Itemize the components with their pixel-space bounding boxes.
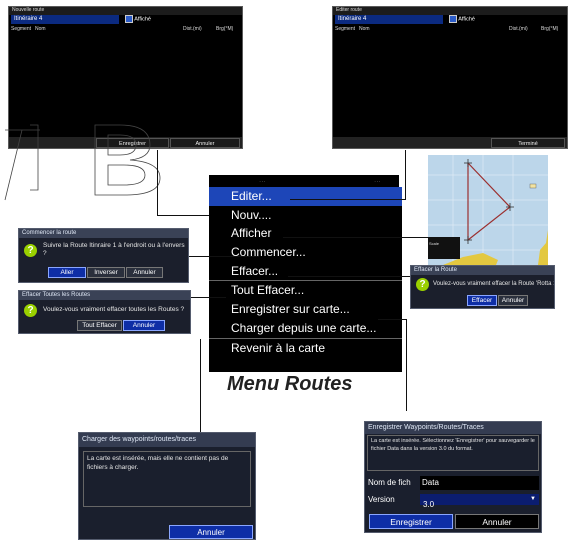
filename-label: Nom de fich bbox=[368, 478, 411, 487]
version-value: 3.0 bbox=[423, 500, 435, 509]
load-message-box: La carte est insérée, mais elle ne conti… bbox=[83, 451, 251, 507]
menu-item-start[interactable]: Commencer... bbox=[209, 243, 402, 262]
delete-route-message: Voulez-vous vraiment effacer la Route 'R… bbox=[433, 281, 555, 287]
menu-item-load-from-card[interactable]: Charger depuis une carte... bbox=[209, 319, 402, 339]
col-dist: Dist.(mi) bbox=[183, 26, 202, 32]
question-icon: ? bbox=[24, 244, 37, 257]
menu-top-partial: ... ... bbox=[209, 175, 399, 187]
start-route-dialog: Commencer la route ? Suivre la Route Iti… bbox=[18, 228, 189, 283]
question-icon: ? bbox=[416, 278, 429, 291]
col-name: Nom bbox=[35, 26, 46, 32]
menu-item-back-to-map[interactable]: Revenir à la carte bbox=[209, 339, 402, 358]
col-brg: Brg(°M) bbox=[541, 26, 559, 32]
cancel-button[interactable]: Annuler bbox=[126, 267, 163, 278]
clear-all-dialog: Effacer Toutes les Routes ? Voulez-vous … bbox=[18, 290, 191, 334]
col-brg: Brg(°M) bbox=[216, 26, 234, 32]
chevron-down-icon[interactable]: ▼ bbox=[530, 494, 536, 505]
map-scale-readout: Scale bbox=[429, 241, 440, 246]
menu-caption: Menu Routes bbox=[227, 373, 353, 395]
shown-label: Affiché bbox=[134, 16, 151, 23]
delete-button[interactable]: Effacer bbox=[467, 295, 497, 306]
col-name: Nom bbox=[359, 26, 370, 32]
clear-all-button[interactable]: Tout Effacer bbox=[77, 320, 122, 331]
cancel-button[interactable]: Annuler bbox=[123, 320, 165, 331]
menu-item-delete[interactable]: Effacer... bbox=[209, 262, 402, 282]
save-card-message-box: La carte est insérée. Sélectionnez 'Enre… bbox=[367, 435, 539, 471]
delete-route-title: Effacer la Route bbox=[411, 266, 554, 275]
shown-checkbox[interactable]: Affiché bbox=[449, 15, 475, 24]
cancel-button[interactable]: Annuler bbox=[498, 295, 528, 306]
delete-route-dialog: Effacer la Route ? Voulez-vous vraiment … bbox=[410, 265, 555, 309]
done-button[interactable]: Terminé bbox=[491, 138, 565, 148]
save-button[interactable]: Enregistrer bbox=[369, 514, 453, 529]
route-name-field[interactable]: Itinéraire 4 bbox=[11, 15, 119, 24]
go-button[interactable]: Aller bbox=[48, 267, 86, 278]
b-watermark-graphic bbox=[4, 124, 161, 201]
filename-input[interactable]: Data bbox=[420, 476, 539, 490]
save-card-dialog: Enregistrer Waypoints/Routes/Traces La c… bbox=[364, 421, 542, 533]
col-segment: Segment bbox=[11, 26, 32, 32]
save-card-message: La carte est insérée. Sélectionnez 'Enre… bbox=[371, 438, 535, 452]
routes-menu: Editer... Nouv.... Afficher Commencer...… bbox=[209, 187, 402, 372]
menu-item-save-to-card[interactable]: Enregistrer sur carte... bbox=[209, 300, 402, 319]
start-route-message: Suivre la Route Itinraire 1 à l'endroit … bbox=[43, 242, 185, 257]
route-name-field[interactable]: Itinéraire 4 bbox=[335, 15, 443, 24]
col-dist: Dist.(mi) bbox=[509, 26, 528, 32]
menu-item-delete-all[interactable]: Tout Effacer... bbox=[209, 281, 402, 300]
question-icon: ? bbox=[24, 304, 37, 317]
edit-route-window: Editer route Itinéraire 4 Affiché Segmen… bbox=[332, 6, 568, 149]
shown-label: Affiché bbox=[458, 16, 475, 23]
checkbox-icon[interactable] bbox=[125, 15, 133, 23]
reverse-button[interactable]: Inverser bbox=[87, 267, 125, 278]
menu-item-show[interactable]: Afficher bbox=[209, 224, 402, 243]
version-select[interactable]: 3.0 ▼ bbox=[420, 494, 539, 509]
save-card-title: Enregistrer Waypoints/Routes/Traces bbox=[365, 422, 541, 434]
start-route-title: Commencer la route bbox=[19, 229, 188, 238]
menu-item-edit[interactable]: Editer... bbox=[209, 187, 402, 206]
edit-route-title: Editer route bbox=[333, 7, 567, 15]
cancel-button[interactable]: Annuler bbox=[455, 514, 539, 529]
menu-item-new[interactable]: Nouv.... bbox=[209, 206, 402, 225]
load-message: La carte est insérée, mais elle ne conti… bbox=[87, 455, 229, 471]
version-label: Version bbox=[368, 495, 395, 504]
load-dialog: Charger des waypoints/routes/traces La c… bbox=[78, 432, 256, 540]
clear-all-title: Effacer Toutes les Routes bbox=[19, 291, 190, 300]
load-title: Charger des waypoints/routes/traces bbox=[79, 433, 255, 447]
col-segment: Segment bbox=[335, 26, 356, 32]
new-route-title: Nouvelle route bbox=[9, 7, 242, 15]
checkbox-icon[interactable] bbox=[449, 15, 457, 23]
clear-all-message: Voulez-vous vraiment effacer toutes les … bbox=[43, 306, 185, 313]
shown-checkbox[interactable]: Affiché bbox=[125, 15, 151, 24]
map-preview: Scale bbox=[428, 155, 548, 265]
cancel-button[interactable]: Annuler bbox=[169, 525, 253, 539]
